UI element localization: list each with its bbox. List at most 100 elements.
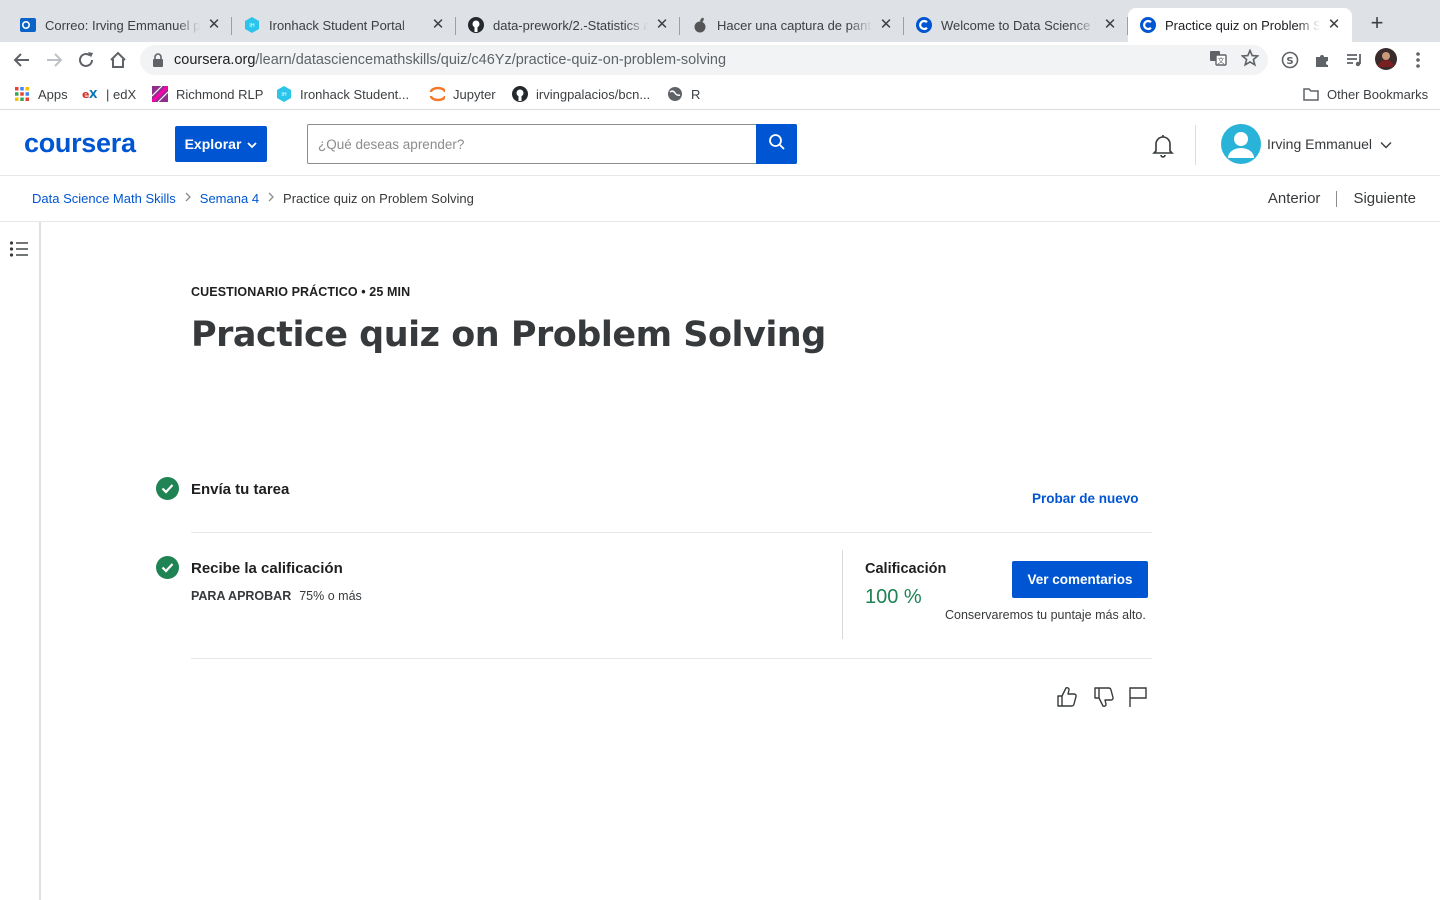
course-outline-rail xyxy=(0,222,41,900)
prev-next-nav: Anterior Siguiente xyxy=(1268,190,1416,207)
highest-score-note: Conservaremos tu puntaje más alto. xyxy=(945,608,1146,622)
bookmark-ironhack[interactable]: IH Ironhack Student... xyxy=(276,85,409,103)
bookmark-richmond[interactable]: Richmond RLP xyxy=(152,85,263,103)
lock-icon xyxy=(152,53,166,67)
github-icon xyxy=(512,86,528,102)
other-bookmarks[interactable]: Other Bookmarks xyxy=(1303,85,1428,103)
search-input[interactable] xyxy=(308,125,756,163)
reload-icon[interactable] xyxy=(74,48,98,72)
browser-tab[interactable]: Hacer una captura de pantal ✕ xyxy=(680,8,904,42)
browser-tab-strip: Correo: Irving Emmanuel pal ✕ IH Ironhac… xyxy=(0,0,1440,42)
github-icon xyxy=(468,17,484,33)
apps-grid-icon xyxy=(14,86,30,102)
retry-link[interactable]: Probar de nuevo xyxy=(1032,491,1139,506)
coursera-logo[interactable]: coursera xyxy=(24,128,136,159)
breadcrumb-course[interactable]: Data Science Math Skills xyxy=(32,191,176,206)
bookmark-label: Ironhack Student... xyxy=(300,86,410,102)
globe-icon xyxy=(667,86,683,102)
richmond-icon xyxy=(152,86,168,102)
browser-tab[interactable]: Correo: Irving Emmanuel pal ✕ xyxy=(8,8,232,42)
chevron-down-icon xyxy=(1380,136,1392,152)
close-icon[interactable]: ✕ xyxy=(206,17,222,33)
browser-tab[interactable]: Welcome to Data Science M ✕ xyxy=(904,8,1128,42)
breadcrumb: Data Science Math Skills Semana 4 Practi… xyxy=(32,191,474,206)
user-name: Irving Emmanuel xyxy=(1267,136,1373,152)
header-divider xyxy=(1195,125,1196,165)
tab-title: Practice quiz on Problem So xyxy=(1165,17,1320,33)
search-icon xyxy=(768,133,786,156)
close-icon[interactable]: ✕ xyxy=(878,17,894,33)
grade-label: Calificación xyxy=(865,561,947,577)
close-icon[interactable]: ✕ xyxy=(430,17,446,33)
check-icon xyxy=(156,477,179,500)
vertical-divider xyxy=(842,550,843,639)
url-path: /learn/datasciencemathskills/quiz/c46Yz/… xyxy=(255,52,727,68)
bookmarks-bar: Apps eX | edX Richmond RLP IH Ironhack S… xyxy=(0,78,1440,110)
coursera-icon xyxy=(916,17,932,33)
course-outline-toggle-icon[interactable] xyxy=(9,240,29,258)
breadcrumb-week[interactable]: Semana 4 xyxy=(200,191,259,206)
new-tab-button[interactable]: + xyxy=(1366,12,1388,35)
chevron-down-icon xyxy=(247,136,258,152)
site-header: coursera Explorar Irving Emmanuel xyxy=(0,111,1440,176)
flag-icon[interactable] xyxy=(1127,686,1149,708)
tab-title: Welcome to Data Science M xyxy=(941,17,1096,33)
profile-avatar-icon[interactable] xyxy=(1375,48,1397,70)
tab-title: Ironhack Student Portal xyxy=(269,17,405,33)
browser-toolbar: coursera.org/learn/datasciencemathskills… xyxy=(0,42,1440,78)
bookmark-label: Apps xyxy=(38,86,68,102)
bookmark-r[interactable]: R xyxy=(667,85,700,103)
close-icon[interactable]: ✕ xyxy=(1326,17,1342,33)
passing-requirement: PARA APROBAR 75% o más xyxy=(191,589,362,603)
media-icon[interactable] xyxy=(1344,50,1364,70)
pass-value: 75% o más xyxy=(299,589,362,603)
user-menu[interactable]: Irving Emmanuel xyxy=(1221,123,1392,165)
view-feedback-button[interactable]: Ver comentarios xyxy=(1012,561,1148,598)
home-icon[interactable] xyxy=(106,48,130,72)
folder-icon xyxy=(1303,86,1319,102)
browser-tab[interactable]: IH Ironhack Student Portal ✕ xyxy=(232,8,456,42)
close-icon[interactable]: ✕ xyxy=(1102,17,1118,33)
close-icon[interactable]: ✕ xyxy=(654,17,670,33)
browser-tab[interactable]: data-prework/2.-Statistics a ✕ xyxy=(456,8,680,42)
translate-icon[interactable]: 文 xyxy=(1208,48,1228,68)
bookmark-edx[interactable]: eX | edX xyxy=(82,85,136,103)
browser-tab-active[interactable]: Practice quiz on Problem So ✕ xyxy=(1128,8,1352,42)
bookmark-apps[interactable]: Apps xyxy=(14,85,68,103)
thumbs-down-icon[interactable] xyxy=(1093,686,1115,708)
address-bar[interactable]: coursera.org/learn/datasciencemathskills… xyxy=(140,45,1268,75)
breadcrumb-bar: Data Science Math Skills Semana 4 Practi… xyxy=(0,176,1440,222)
edx-icon: eX xyxy=(82,86,100,102)
chevron-right-icon xyxy=(268,192,274,205)
extensions-icon[interactable] xyxy=(1312,50,1332,70)
jupyter-icon xyxy=(429,86,445,102)
previous-link[interactable]: Anterior xyxy=(1268,190,1321,207)
search-button[interactable] xyxy=(756,124,797,164)
thumbs-up-icon[interactable] xyxy=(1056,686,1078,708)
bookmark-label: Jupyter xyxy=(453,86,496,102)
bookmark-github[interactable]: irvingpalacios/bcn... xyxy=(512,85,650,103)
more-menu-icon[interactable] xyxy=(1408,50,1428,70)
ironhack-icon: IH xyxy=(244,17,260,33)
bookmark-label: R xyxy=(691,86,701,102)
coursera-icon xyxy=(1140,17,1156,33)
svg-text:IH: IH xyxy=(281,92,286,98)
chevron-right-icon xyxy=(185,192,191,205)
forward-icon[interactable] xyxy=(42,48,66,72)
grade-step-title: Recibe la calificación xyxy=(191,560,343,577)
star-icon[interactable] xyxy=(1240,48,1260,68)
outlook-icon xyxy=(20,17,36,33)
tab-title: Correo: Irving Emmanuel pal xyxy=(45,17,200,33)
item-type-label: CUESTIONARIO PRÁCTICO • 25 MIN xyxy=(191,285,411,299)
svg-text:IH: IH xyxy=(249,23,254,29)
page-title: Practice quiz on Problem Solving xyxy=(191,315,826,355)
bookmark-jupyter[interactable]: Jupyter xyxy=(429,85,496,103)
avatar xyxy=(1221,124,1261,164)
back-icon[interactable] xyxy=(10,48,34,72)
pass-label: PARA APROBAR xyxy=(191,589,292,603)
skype-icon[interactable]: S xyxy=(1280,50,1300,70)
tab-title: data-prework/2.-Statistics a xyxy=(493,17,648,33)
next-link[interactable]: Siguiente xyxy=(1353,190,1416,207)
notifications-bell-icon[interactable] xyxy=(1150,132,1176,158)
explore-button[interactable]: Explorar xyxy=(175,126,267,162)
